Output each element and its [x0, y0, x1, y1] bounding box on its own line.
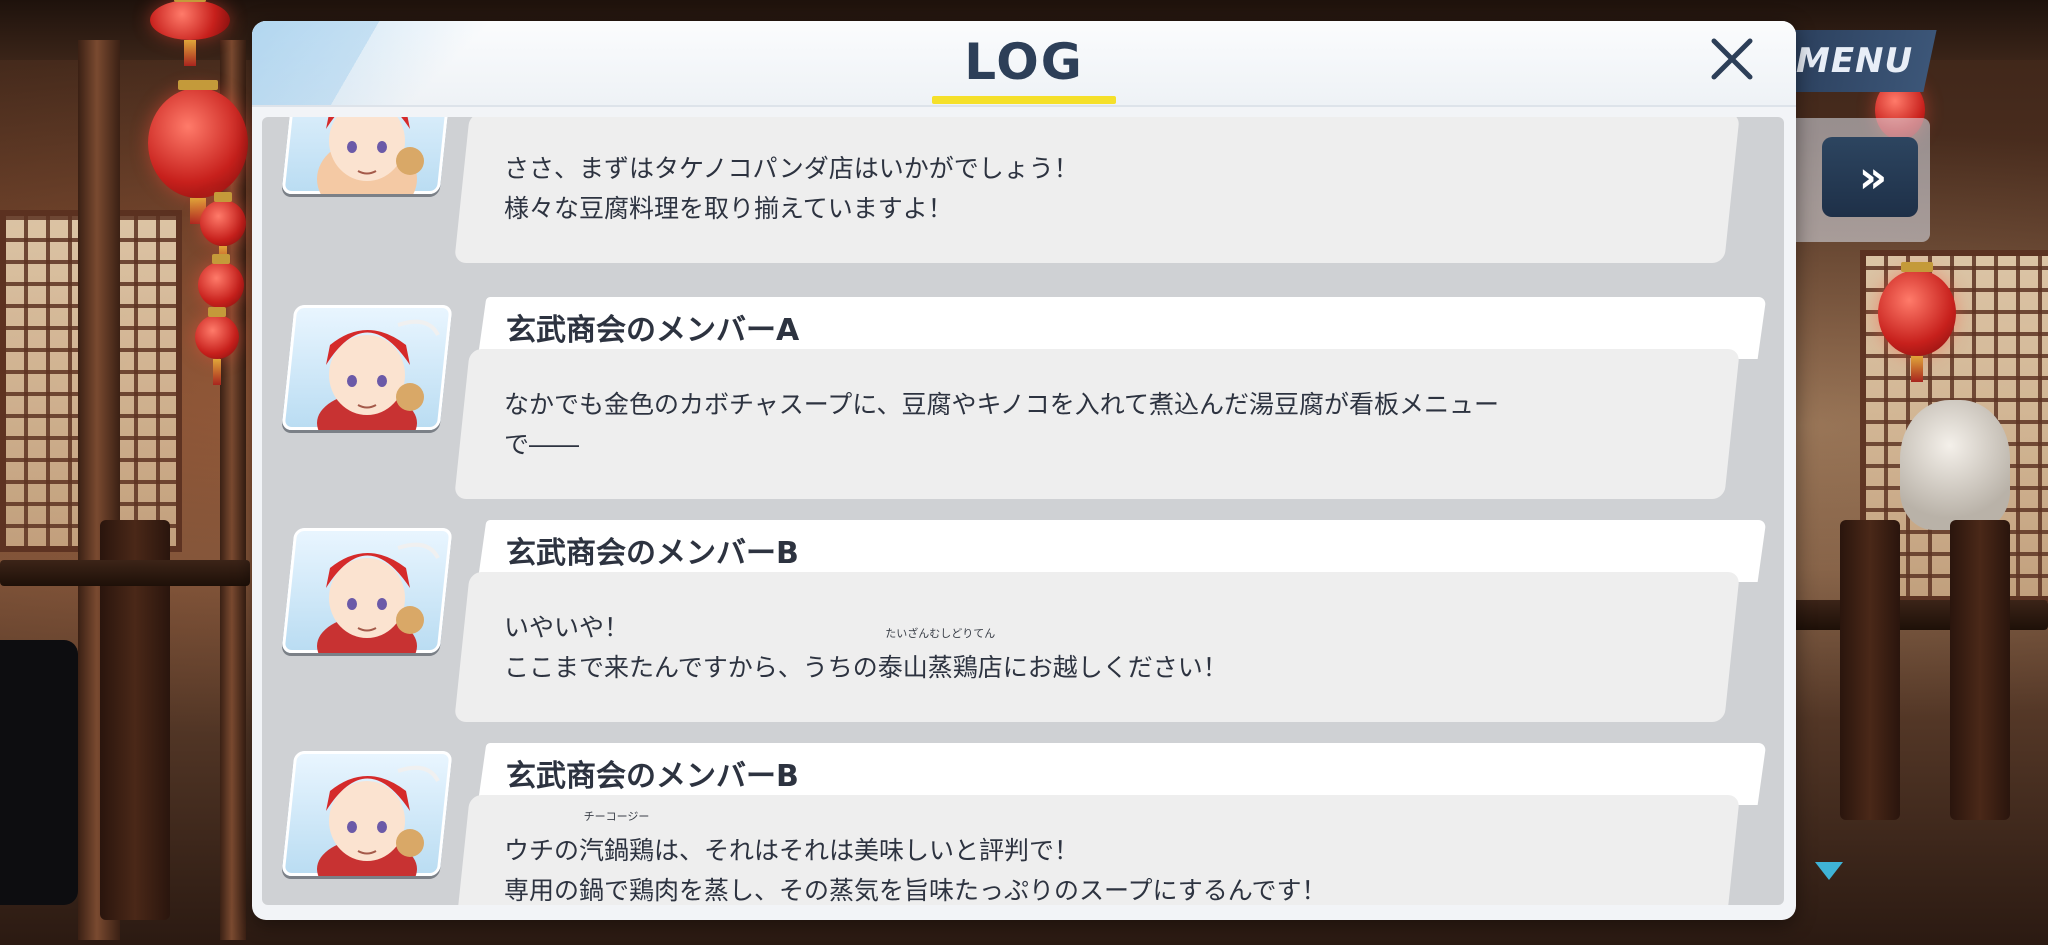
message-line: ささ、まずはタケノコパンダ店はいかがでしょう！	[504, 154, 1079, 183]
message-segment: にお越しください！	[1002, 653, 1228, 682]
log-list[interactable]: ささ、まずはタケノコパンダ店はいかがでしょう！ 様々な豆腐料理を取り揃えています…	[262, 117, 1784, 905]
speaker-portrait	[281, 751, 453, 876]
ruby-word: チーコージー 汽鍋鶏	[579, 811, 655, 871]
log-entry: ささ、まずはタケノコパンダ店はいかがでしょう！ 様々な豆腐料理を取り揃えています…	[262, 117, 1784, 273]
message-text: いやいや！ ここまで来たんですから、うちの たいざんむしどりてん泰山蒸鶏店にお越し…	[504, 608, 1228, 688]
fast-forward-button[interactable]: »	[1822, 137, 1918, 217]
ruby-word: たいざんむしどりてん泰山蒸鶏店	[877, 628, 1003, 688]
triangle-down-icon	[1815, 862, 1843, 880]
message-line: 様々な豆腐料理を取り揃えていますよ！	[504, 194, 953, 223]
lantern	[195, 307, 239, 385]
message-segment: ここまで来たんですから、うちの	[504, 653, 878, 682]
speaker-name: 玄武商会のメンバーB	[506, 759, 799, 794]
message-line: なかでも金色のカボチャスープに、豆腐やキノコを入れて煮込んだ湯豆腐が看板メニュー	[504, 390, 1500, 419]
chair	[1840, 520, 1900, 820]
lantern	[200, 192, 246, 272]
lantern	[150, 0, 230, 66]
message-line: で――	[504, 430, 580, 459]
ruby-base: 泰山蒸鶏店	[877, 653, 1003, 682]
message-line: ウチの チーコージー汽鍋鶏は、それはそれは美味しいと評判で！	[504, 811, 1327, 871]
lion-statue	[1900, 400, 2010, 530]
speaker-name: 玄武商会のメンバーA	[506, 313, 800, 348]
log-entry: 玄武商会のメンバーA なかでも金色のカボチャスープに、豆腐やキノコを入れて煮込ん…	[262, 297, 1784, 509]
ruby-base: 汽鍋鶏	[579, 836, 655, 865]
message-segment: ウチの	[504, 836, 580, 865]
log-entry: 玄武商会のメンバーB いやいや！ ここまで来たんですから、うちの たいざんむしどり…	[262, 520, 1784, 732]
message-text: ウチの チーコージー汽鍋鶏は、それはそれは美味しいと評判で！ 専用の鍋で鶏肉を蒸し…	[504, 811, 1327, 906]
speaker-name: 玄武商会のメンバーB	[506, 536, 799, 571]
menu-button[interactable]: MENU	[1773, 30, 1937, 92]
message-text: ささ、まずはタケノコパンダ店はいかがでしょう！ 様々な豆腐料理を取り揃えています…	[504, 149, 1079, 229]
speaker-portrait	[281, 528, 453, 653]
message-text: なかでも金色のカボチャスープに、豆腐やキノコを入れて煮込んだ湯豆腐が看板メニュー…	[504, 385, 1499, 465]
menu-label: MENU	[1796, 41, 1914, 81]
lantern	[148, 80, 248, 224]
fast-forward-icon: »	[1858, 151, 1888, 203]
ruby-reading: チーコージー	[583, 810, 650, 823]
lantern	[1878, 262, 1956, 382]
title-underline	[932, 96, 1116, 104]
message-segment: は、それはそれは美味しいと評判で！	[654, 836, 1080, 865]
message-line: いやいや！	[504, 613, 630, 642]
close-icon	[1711, 38, 1753, 80]
message-line: 専用の鍋で鶏肉を蒸し、その蒸気を旨味たっぷりのスープにするんです！	[504, 876, 1327, 905]
close-button[interactable]	[1704, 31, 1760, 87]
dialog-header: LOG	[252, 21, 1796, 107]
dialog-title: LOG	[964, 33, 1084, 91]
log-dialog: LOG ささ、まずはタケノコパンダ店はいかがでしょう！ 様々な豆腐料理を取り揃え…	[252, 21, 1796, 920]
speaker-portrait	[281, 305, 453, 430]
dark-panel	[0, 640, 78, 905]
ruby-reading: たいざんむしどりてん	[885, 627, 996, 640]
speaker-portrait	[281, 117, 453, 194]
lantern	[198, 254, 244, 334]
table	[0, 560, 250, 586]
message-line: ここまで来たんですから、うちの たいざんむしどりてん泰山蒸鶏店にお越しください！	[504, 628, 1228, 688]
log-entry: 玄武商会のメンバーB ウチの チーコージー汽鍋鶏は、それはそれは美味しいと評判で！…	[262, 743, 1784, 905]
chair	[1950, 520, 2010, 820]
